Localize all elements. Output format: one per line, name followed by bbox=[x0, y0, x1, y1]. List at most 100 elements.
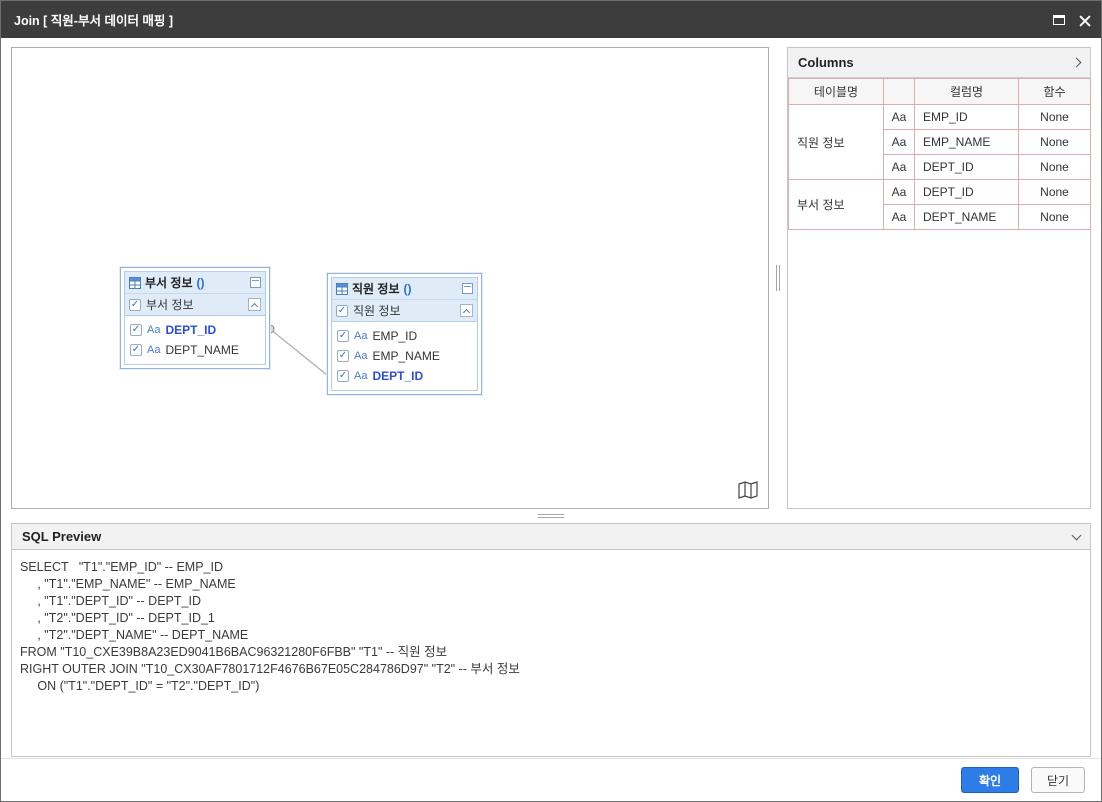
table-checkbox[interactable] bbox=[129, 299, 141, 311]
horizontal-splitter[interactable] bbox=[11, 511, 1091, 520]
overview-map-button[interactable] bbox=[736, 479, 760, 501]
node-title: 부서 정보 bbox=[145, 274, 193, 291]
collapse-node-button[interactable] bbox=[248, 298, 261, 311]
columns-panel-title: Columns bbox=[798, 55, 1073, 70]
vertical-splitter[interactable] bbox=[772, 47, 784, 509]
sql-preview-title: SQL Preview bbox=[22, 529, 1073, 544]
dialog-footer: 확인 닫기 bbox=[1, 758, 1101, 802]
function-cell[interactable]: None bbox=[1019, 180, 1091, 205]
column-checkbox[interactable] bbox=[337, 330, 349, 342]
columns-table: 테이블명 컬럼명 함수 직원 정보 Aa EMP_ID None Aa EMP_… bbox=[788, 78, 1091, 230]
chevron-up-icon bbox=[251, 302, 258, 309]
ok-button[interactable]: 확인 bbox=[961, 767, 1019, 793]
table-node-dept[interactable]: 부서 정보 () 부서 정보 Aa DEPT_ID bbox=[120, 267, 270, 369]
sql-line: SELECT "T1"."EMP_ID" -- EMP_ID bbox=[20, 559, 1082, 576]
column-name-cell: EMP_ID bbox=[915, 105, 1019, 130]
join-canvas[interactable]: 부서 정보 () 부서 정보 Aa DEPT_ID bbox=[11, 47, 769, 509]
sql-preview-header[interactable]: SQL Preview bbox=[11, 523, 1091, 550]
header-table-name: 테이블명 bbox=[789, 79, 884, 105]
function-cell[interactable]: None bbox=[1019, 155, 1091, 180]
close-button[interactable]: 닫기 bbox=[1031, 767, 1085, 793]
node-subheader: 직원 정보 bbox=[332, 299, 477, 321]
column-name: EMP_NAME bbox=[372, 349, 439, 363]
node-title-suffix: () bbox=[404, 282, 412, 296]
sql-preview-content: SELECT "T1"."EMP_ID" -- EMP_ID , "T1"."E… bbox=[11, 550, 1091, 757]
node-header: 직원 정보 () bbox=[332, 278, 477, 299]
table-name-cell: 직원 정보 bbox=[789, 105, 884, 180]
sql-line: , "T2"."DEPT_NAME" -- DEPT_NAME bbox=[20, 627, 1082, 644]
type-cell: Aa bbox=[884, 205, 915, 230]
sql-line: RIGHT OUTER JOIN "T10_CX30AF7801712F4676… bbox=[20, 661, 1082, 678]
node-column-list: Aa DEPT_ID Aa DEPT_NAME bbox=[125, 315, 265, 364]
column-name-cell: DEPT_ID bbox=[915, 180, 1019, 205]
header-type bbox=[884, 79, 915, 105]
chevron-down-icon[interactable] bbox=[1072, 530, 1082, 540]
type-cell: Aa bbox=[884, 130, 915, 155]
column-name-cell: DEPT_NAME bbox=[915, 205, 1019, 230]
node-title: 직원 정보 bbox=[352, 280, 400, 297]
map-icon bbox=[738, 481, 758, 499]
type-cell: Aa bbox=[884, 155, 915, 180]
column-name-cell: DEPT_ID bbox=[915, 155, 1019, 180]
type-cell: Aa bbox=[884, 180, 915, 205]
splitter-grip bbox=[538, 514, 564, 518]
table-node-emp[interactable]: 직원 정보 () 직원 정보 Aa EMP_ID bbox=[327, 273, 482, 395]
column-name: EMP_ID bbox=[372, 329, 417, 343]
column-type-label: Aa bbox=[147, 344, 160, 356]
chevron-right-icon[interactable] bbox=[1072, 58, 1082, 68]
node-column-row[interactable]: Aa EMP_ID bbox=[332, 326, 477, 346]
table-name-cell: 부서 정보 bbox=[789, 180, 884, 230]
columns-table-header-row: 테이블명 컬럼명 함수 bbox=[789, 79, 1091, 105]
sql-line: , "T1"."DEPT_ID" -- DEPT_ID bbox=[20, 593, 1082, 610]
sql-line: ON ("T1"."DEPT_ID" = "T2"."DEPT_ID") bbox=[20, 678, 1082, 695]
column-type-label: Aa bbox=[354, 350, 367, 362]
node-column-row[interactable]: Aa DEPT_ID bbox=[125, 320, 265, 340]
splitter-grip bbox=[776, 265, 780, 291]
column-checkbox[interactable] bbox=[130, 324, 142, 336]
column-name: DEPT_ID bbox=[165, 323, 216, 337]
node-subheader: 부서 정보 bbox=[125, 293, 265, 315]
column-checkbox[interactable] bbox=[130, 344, 142, 356]
node-column-list: Aa EMP_ID Aa EMP_NAME Aa DEPT_ID bbox=[332, 321, 477, 390]
function-cell[interactable]: None bbox=[1019, 205, 1091, 230]
table-row[interactable]: 직원 정보 Aa EMP_ID None bbox=[789, 105, 1091, 130]
column-name-cell: EMP_NAME bbox=[915, 130, 1019, 155]
type-cell: Aa bbox=[884, 105, 915, 130]
title-bar: Join [ 직원-부서 데이터 매핑 ] bbox=[1, 1, 1101, 38]
column-name: DEPT_ID bbox=[372, 369, 423, 383]
function-cell[interactable]: None bbox=[1019, 105, 1091, 130]
expand-table-icon[interactable] bbox=[462, 283, 473, 294]
column-checkbox[interactable] bbox=[337, 370, 349, 382]
chevron-up-icon bbox=[463, 308, 470, 315]
node-subtitle: 부서 정보 bbox=[146, 296, 243, 313]
node-title-suffix: () bbox=[197, 276, 205, 290]
close-icon[interactable] bbox=[1079, 14, 1091, 26]
table-icon bbox=[336, 283, 348, 295]
sql-line: , "T1"."EMP_NAME" -- EMP_NAME bbox=[20, 576, 1082, 593]
column-name: DEPT_NAME bbox=[165, 343, 238, 357]
sql-preview-panel: SQL Preview SELECT "T1"."EMP_ID" -- EMP_… bbox=[11, 523, 1091, 757]
node-column-row[interactable]: Aa EMP_NAME bbox=[332, 346, 477, 366]
table-icon bbox=[129, 277, 141, 289]
node-column-row[interactable]: Aa DEPT_NAME bbox=[125, 340, 265, 360]
header-column-name: 컬럼명 bbox=[915, 79, 1019, 105]
node-subtitle: 직원 정보 bbox=[353, 302, 455, 319]
column-type-label: Aa bbox=[354, 370, 367, 382]
node-header: 부서 정보 () bbox=[125, 272, 265, 293]
column-type-label: Aa bbox=[354, 330, 367, 342]
restore-window-icon[interactable] bbox=[1053, 15, 1065, 25]
column-checkbox[interactable] bbox=[337, 350, 349, 362]
header-function: 함수 bbox=[1019, 79, 1091, 105]
sql-line: , "T2"."DEPT_ID" -- DEPT_ID_1 bbox=[20, 610, 1082, 627]
function-cell[interactable]: None bbox=[1019, 130, 1091, 155]
dialog-title: Join [ 직원-부서 데이터 매핑 ] bbox=[1, 10, 173, 29]
join-dialog: Join [ 직원-부서 데이터 매핑 ] 부서 정보 bbox=[0, 0, 1102, 802]
table-checkbox[interactable] bbox=[336, 305, 348, 317]
column-type-label: Aa bbox=[147, 324, 160, 336]
collapse-node-button[interactable] bbox=[460, 304, 473, 317]
columns-panel-header[interactable]: Columns bbox=[788, 48, 1090, 78]
node-column-row[interactable]: Aa DEPT_ID bbox=[332, 366, 477, 386]
table-row[interactable]: 부서 정보 Aa DEPT_ID None bbox=[789, 180, 1091, 205]
expand-table-icon[interactable] bbox=[250, 277, 261, 288]
columns-panel: Columns 테이블명 컬럼명 함수 직원 정보 Aa EMP_ID None bbox=[787, 47, 1091, 509]
